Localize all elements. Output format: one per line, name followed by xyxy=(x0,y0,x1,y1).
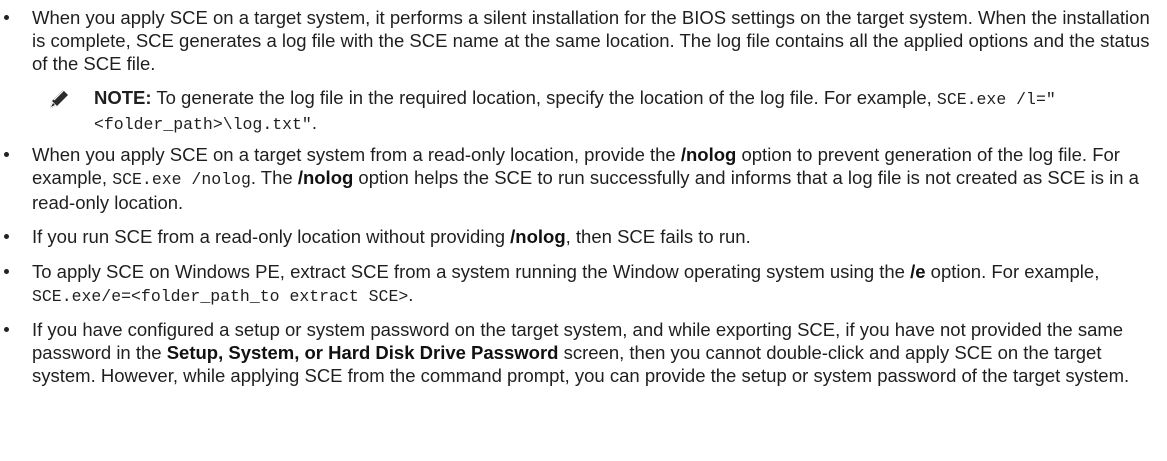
extract-option-keyword: /e xyxy=(910,261,926,282)
note-block: NOTE: To generate the log file in the re… xyxy=(46,86,1156,136)
note-end: . xyxy=(311,112,317,133)
password-screen-name: Setup, System, or Hard Disk Drive Passwo… xyxy=(166,342,559,363)
list-item: When you apply SCE on a target system fr… xyxy=(0,143,1160,214)
bullet-text: . xyxy=(408,284,414,305)
nolog-keyword: /nolog xyxy=(297,167,354,188)
nolog-keyword: /nolog xyxy=(510,226,566,247)
document-page: When you apply SCE on a target system, i… xyxy=(0,0,1167,461)
list-item: If you run SCE from a read-only location… xyxy=(0,225,1160,248)
bullet-text: If you run SCE from a read-only location… xyxy=(32,226,511,247)
note-label: NOTE: xyxy=(94,87,152,108)
list-item: When you apply SCE on a target system, i… xyxy=(0,6,1160,75)
bullet-text: option. For example, xyxy=(925,261,1100,282)
bullet-text: When you apply SCE on a target system, i… xyxy=(32,7,1150,74)
code-sample: SCE.exe/e=<folder_path_to extract SCE> xyxy=(32,287,409,306)
note-text: To generate the log file in the required… xyxy=(151,87,937,108)
list-item: To apply SCE on Windows PE, extract SCE … xyxy=(0,260,1160,308)
bullet-text: . The xyxy=(250,167,298,188)
bullet-text: To apply SCE on Windows PE, extract SCE … xyxy=(32,261,911,282)
list-item: If you have configured a setup or system… xyxy=(0,318,1160,387)
bullet-text: , then SCE fails to run. xyxy=(565,226,751,247)
nolog-keyword: /nolog xyxy=(680,144,737,165)
code-sample: SCE.exe /nolog xyxy=(112,170,251,189)
bullet-text: When you apply SCE on a target system fr… xyxy=(32,144,681,165)
pencil-note-icon xyxy=(47,87,71,111)
